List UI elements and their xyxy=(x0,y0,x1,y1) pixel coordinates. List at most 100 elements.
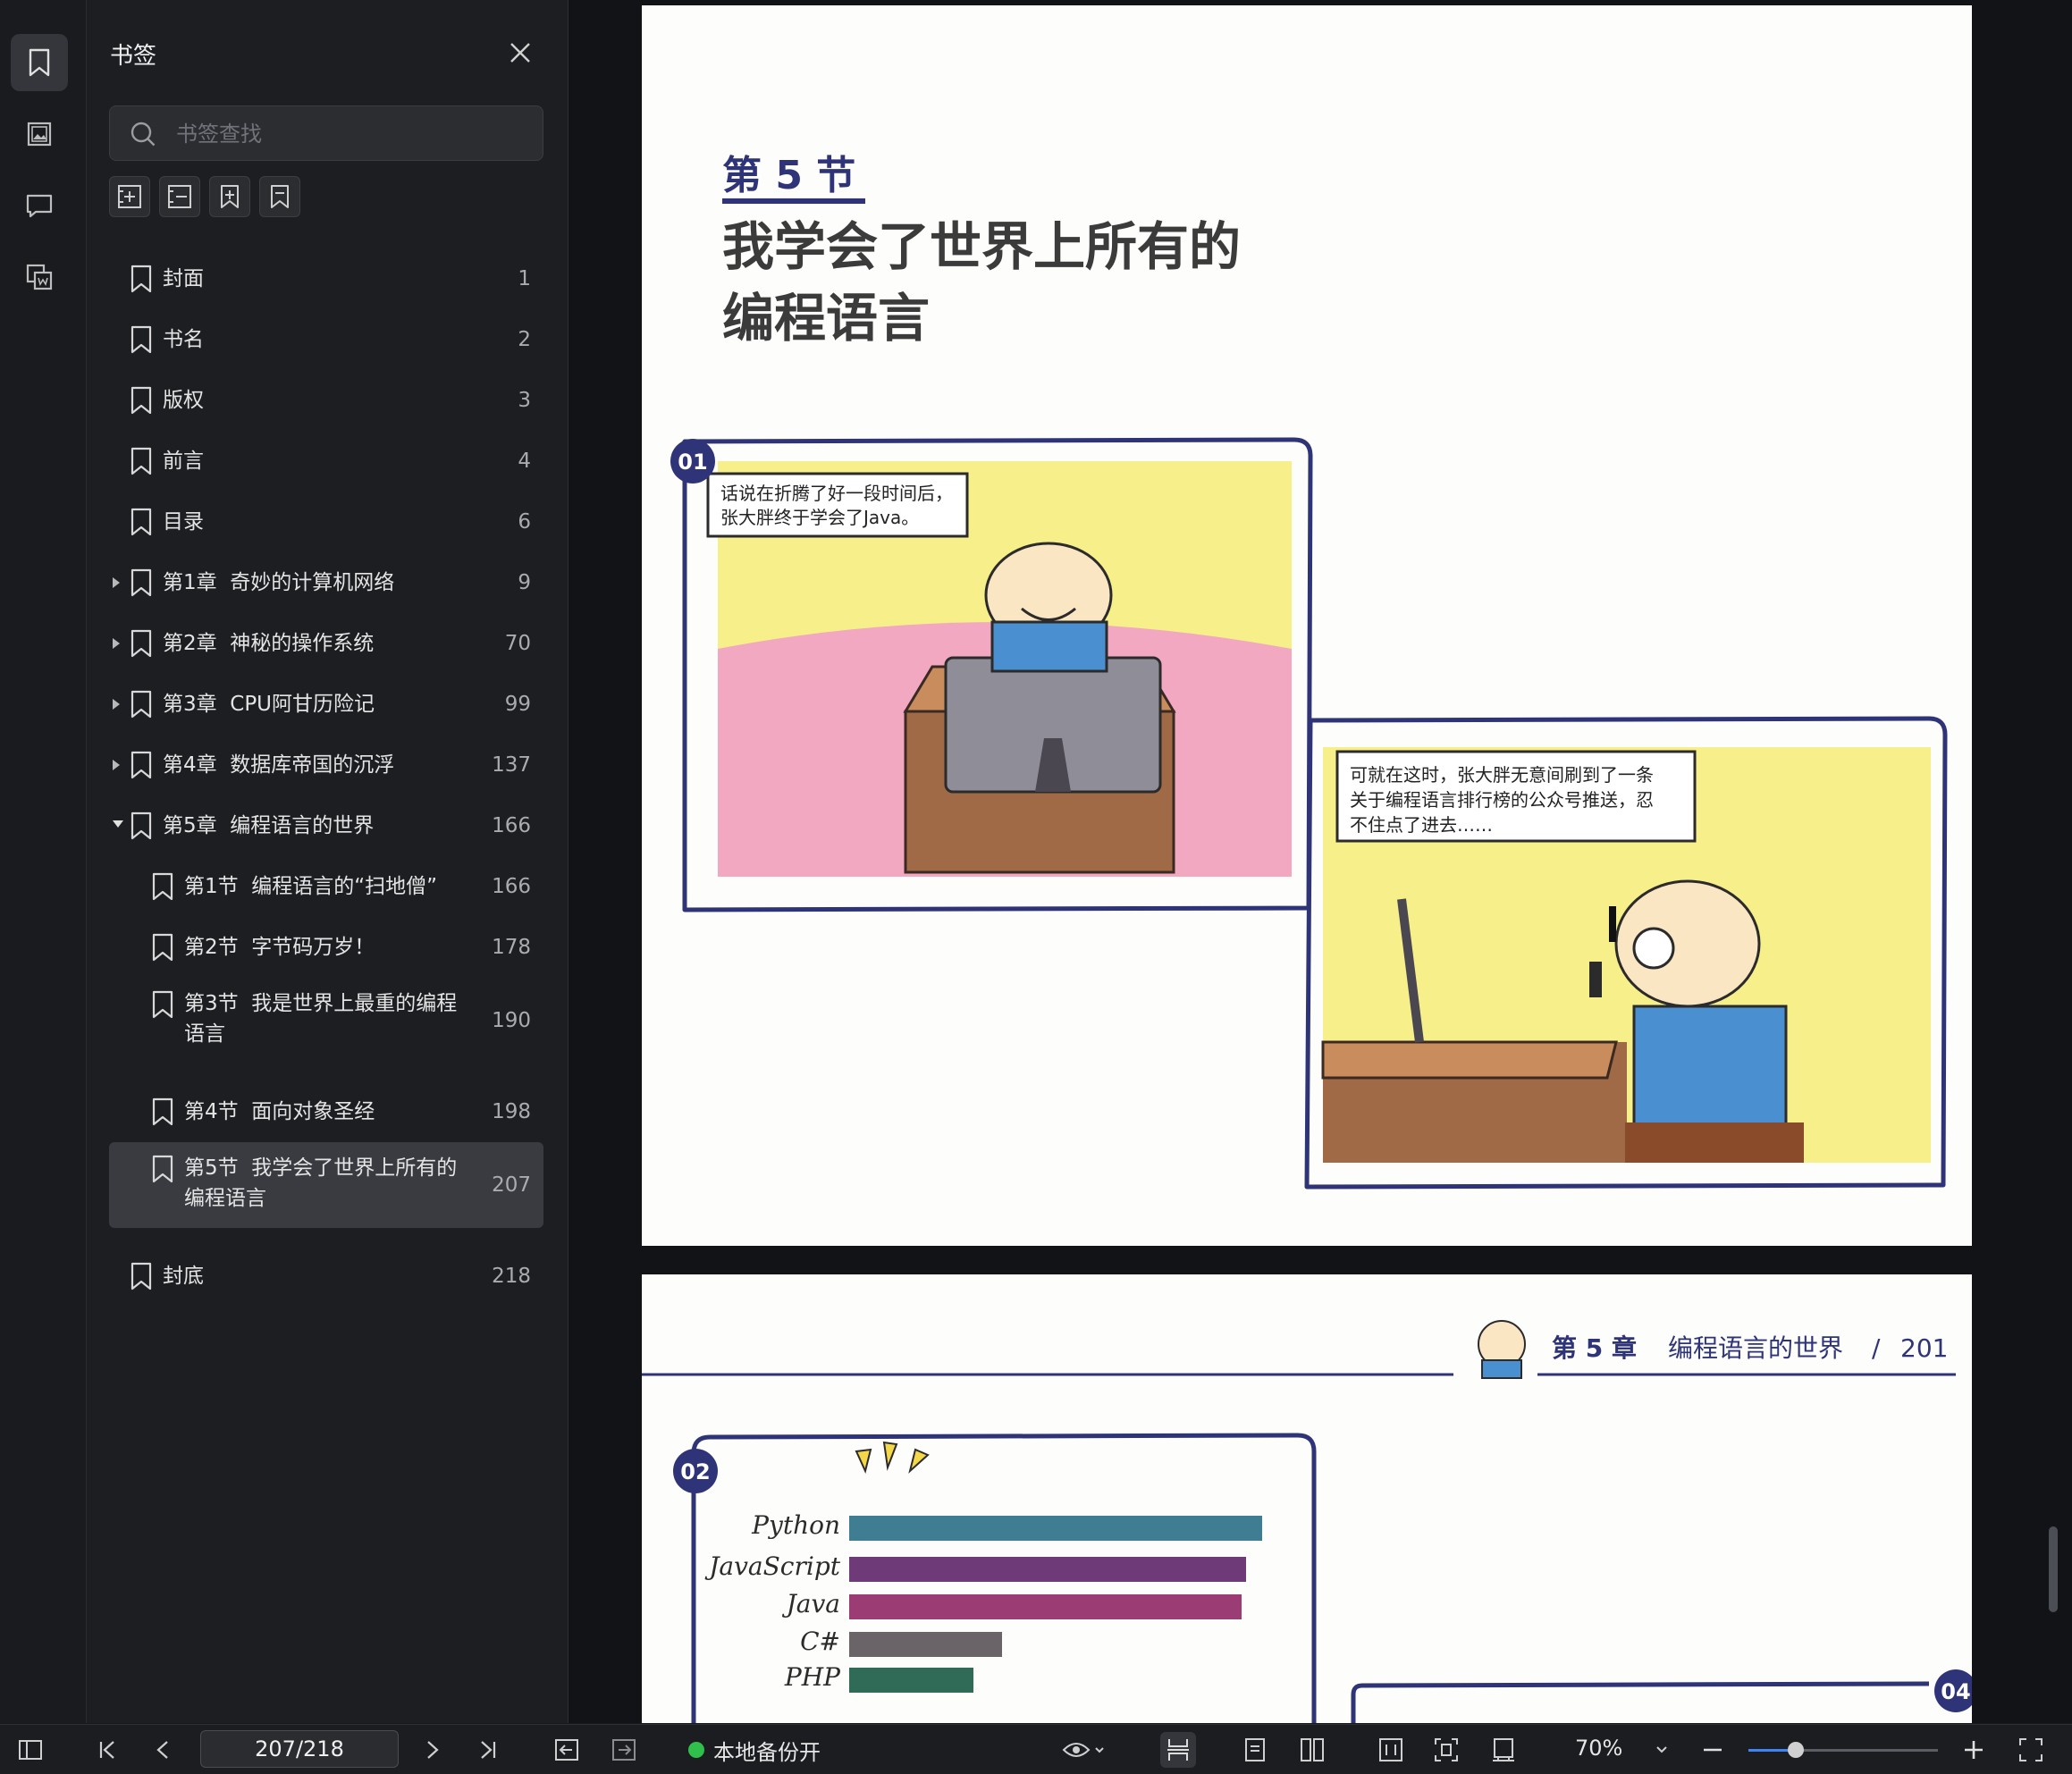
reading-mode-button[interactable] xyxy=(1060,1736,1107,1764)
page-content: 第 5 章 编程语言的世界 / 201 02 Python JavaScript J… xyxy=(642,1320,1977,1723)
caret-right-icon[interactable] xyxy=(113,638,120,649)
bookmark-page-number: 198 xyxy=(492,1100,531,1123)
close-icon xyxy=(510,43,530,63)
zoom-slider[interactable] xyxy=(1748,1742,1938,1758)
caret-right-icon[interactable] xyxy=(113,699,120,710)
zoom-in-button[interactable] xyxy=(1959,1736,1988,1764)
bookmark-label: 第5章 编程语言的世界 xyxy=(163,814,375,837)
minus-icon xyxy=(1704,1748,1722,1752)
local-backup-status[interactable]: 本地备份开 xyxy=(688,1734,821,1766)
bookmark-item[interactable]: 第4节 面向对象圣经 198 xyxy=(109,1081,543,1142)
two-page-icon xyxy=(1301,1738,1324,1761)
bookmark-page-number: 70 xyxy=(504,632,531,655)
bookmark-search-box[interactable] xyxy=(109,105,543,161)
caret-right-icon[interactable] xyxy=(113,760,120,770)
eye-icon xyxy=(1062,1743,1104,1757)
bookmark-outline-icon xyxy=(271,185,289,208)
ranking-bar xyxy=(849,1632,1002,1657)
section-underline xyxy=(722,198,865,204)
bookmark-label: 第2章 神秘的操作系统 xyxy=(163,632,375,655)
two-page-button[interactable] xyxy=(1298,1736,1327,1764)
language-label: PHP xyxy=(784,1662,841,1692)
bookmarks-panel-button[interactable] xyxy=(11,34,68,91)
bookmark-label: 第3章 CPU阿甘历险记 xyxy=(163,693,375,716)
bookmark-item[interactable]: 封底 218 xyxy=(109,1246,543,1307)
caret-right-icon[interactable] xyxy=(113,577,120,588)
bookmark-item[interactable]: 前言 4 xyxy=(109,431,543,492)
bookmark-label: 第4节 面向对象圣经 xyxy=(184,1100,375,1123)
thumbnails-panel-button[interactable] xyxy=(11,248,68,306)
fullscreen-icon xyxy=(2019,1738,2043,1761)
bookmark-icon xyxy=(29,48,50,77)
comments-panel-button[interactable] xyxy=(11,177,68,234)
navigate-forward-button[interactable] xyxy=(610,1736,638,1764)
single-page-button[interactable] xyxy=(1241,1736,1269,1764)
bookmark-item[interactable]: 书名 2 xyxy=(109,309,543,370)
panel1-number: 01 xyxy=(678,450,707,475)
bookmark-label: 版权 xyxy=(163,389,204,412)
caret-down-icon[interactable] xyxy=(113,820,123,828)
bookmark-label: 第3节 我是世界上最重的编程 语言 xyxy=(184,992,458,1046)
language-label: Python xyxy=(751,1510,840,1540)
bookmark-item[interactable]: 版权 3 xyxy=(109,370,543,431)
zoom-level[interactable]: 70% xyxy=(1575,1736,1669,1761)
navigate-back-button[interactable] xyxy=(552,1736,581,1764)
bookmark-icon xyxy=(131,325,152,354)
close-sidebar-button[interactable] xyxy=(507,39,534,66)
bookmark-search-input[interactable] xyxy=(174,117,526,151)
expand-bookmarks-button[interactable] xyxy=(209,176,250,217)
bookmark-page-number: 178 xyxy=(492,936,531,959)
bookmark-item[interactable]: 第1节 编程语言的“扫地僧” 166 xyxy=(109,856,543,917)
vertical-scrollbar[interactable] xyxy=(2049,1526,2058,1612)
bookmark-item[interactable]: 第3节 我是世界上最重的编程 语言 190 xyxy=(109,978,543,1064)
language-label: Java xyxy=(782,1589,840,1618)
first-page-button[interactable] xyxy=(93,1736,122,1764)
next-page-button[interactable] xyxy=(418,1736,447,1764)
page-content: 第 5 节 我学会了世界上所有的 编程语言 话说在折腾了好一段时间后， 张大胖终… xyxy=(670,153,1948,1190)
bookmark-item[interactable]: 第1章 奇妙的计算机网络 9 xyxy=(109,552,543,613)
bookmark-icon xyxy=(131,568,152,597)
bookmark-item[interactable]: 第2节 字节码万岁！ 178 xyxy=(109,917,543,978)
bookmark-label: 前言 xyxy=(163,450,204,473)
fit-page-button[interactable] xyxy=(1432,1736,1461,1764)
bookmark-item[interactable]: 第4章 数据库帝国的沉浮 137 xyxy=(109,735,543,795)
actual-size-button[interactable] xyxy=(1489,1736,1518,1764)
image-icon xyxy=(27,122,52,147)
document-view[interactable]: 第 5 节 我学会了世界上所有的 编程语言 话说在折腾了好一段时间后， 张大胖终… xyxy=(569,0,2072,1723)
bookmark-item[interactable]: 第2章 神秘的操作系统 70 xyxy=(109,613,543,674)
continuous-scroll-button[interactable] xyxy=(1160,1732,1196,1768)
forward-arrow-icon xyxy=(612,1739,636,1761)
previous-page-button[interactable] xyxy=(148,1736,177,1764)
add-sub-bookmark-button[interactable] xyxy=(159,176,200,217)
chevron-right-icon xyxy=(427,1741,439,1759)
toggle-sidebar-button[interactable] xyxy=(16,1736,45,1764)
bookmark-icon xyxy=(131,265,152,293)
backup-label: 本地备份开 xyxy=(713,1739,821,1765)
comment-icon xyxy=(26,194,53,218)
bookmark-icon xyxy=(152,1097,173,1126)
bookmark-item[interactable]: 第3章 CPU阿甘历险记 99 xyxy=(109,674,543,735)
pdf-page-207: 第 5 节 我学会了世界上所有的 编程语言 话说在折腾了好一段时间后， 张大胖终… xyxy=(642,5,1972,1246)
last-page-button[interactable] xyxy=(474,1736,502,1764)
fullscreen-button[interactable] xyxy=(2017,1736,2045,1764)
page-number-input[interactable]: 207/218 xyxy=(200,1730,399,1768)
zoom-slider-handle[interactable] xyxy=(1788,1742,1804,1758)
bookmark-item[interactable]: 目录 6 xyxy=(109,492,543,552)
add-bookmark-button[interactable] xyxy=(109,176,150,217)
bookmark-item[interactable]: 封面 1 xyxy=(109,248,543,309)
zoom-out-button[interactable] xyxy=(1698,1736,1727,1764)
section-title-line2: 编程语言 xyxy=(722,288,930,349)
bookmark-item[interactable]: 第5章 编程语言的世界 166 xyxy=(109,795,543,856)
bookmark-icon xyxy=(152,1155,173,1183)
bookmark-icon xyxy=(152,990,173,1019)
fit-width-button[interactable] xyxy=(1377,1736,1405,1764)
collapse-bookmarks-button[interactable] xyxy=(259,176,300,217)
bookmark-item[interactable]: 第5节 我学会了世界上所有的 编程语言 207 xyxy=(109,1142,543,1228)
panel1-caption-line1: 话说在折腾了好一段时间后， xyxy=(720,483,953,504)
bookmark-page-number: 190 xyxy=(492,1009,531,1032)
backup-status-dot xyxy=(688,1742,704,1758)
images-panel-button[interactable] xyxy=(11,105,68,163)
last-page-icon xyxy=(481,1741,496,1759)
bookmark-page-number: 207 xyxy=(492,1173,531,1197)
bookmark-icon xyxy=(131,447,152,475)
